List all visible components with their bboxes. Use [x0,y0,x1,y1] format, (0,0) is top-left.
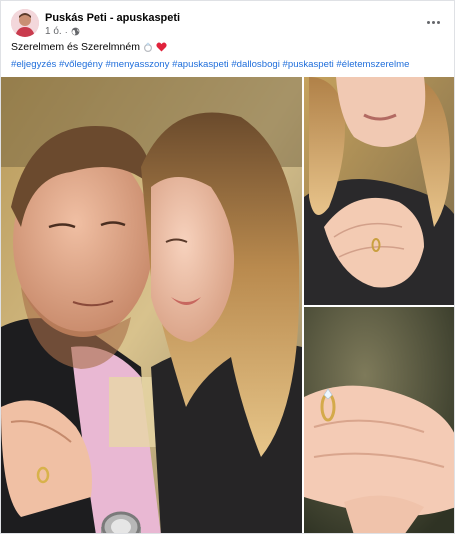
hashtag-link[interactable]: #puskaspeti [283,59,334,70]
hashtag-link[interactable]: #életemszerelme [336,59,409,70]
author-name[interactable]: Puskás Peti - apuskaspeti [45,12,180,24]
ring-closeup-photo[interactable] [304,307,454,533]
post-time[interactable]: 1 ó. [45,26,62,37]
hashtag-link[interactable]: #eljegyzés [11,59,56,70]
ring-closeup-image [304,307,454,533]
hashtag-link[interactable]: #vőlegény [59,59,103,70]
hashtag-list: #eljegyzés #vőlegény #menyasszony #apusk… [11,59,451,70]
hashtag-link[interactable]: #menyasszony [105,59,169,70]
ring-emoji [143,42,152,52]
photo-grid [1,77,454,533]
post-caption: Szerelmem és Szerelmném [11,41,167,53]
avatar[interactable] [11,9,39,37]
avatar-image [11,9,39,37]
meta-separator: · [64,26,68,37]
woman-ring-hand-image [304,77,454,305]
more-dots-icon[interactable] [422,13,444,31]
globe-icon[interactable] [71,27,80,36]
red-heart-emoji [156,42,167,52]
couple-embrace-photo[interactable] [1,77,302,533]
post-card: Puskás Peti - apuskaspeti 1 ó. · Szerelm… [0,0,455,534]
couple-embrace-image [1,77,302,533]
post-header: Puskás Peti - apuskaspeti 1 ó. · [11,9,446,39]
hashtag-link[interactable]: #dallosbogi [231,59,280,70]
caption-text: Szerelmem és Szerelmném [11,41,140,53]
hashtag-link[interactable]: #apuskaspeti [172,59,229,70]
post-meta: 1 ó. · [45,26,80,37]
woman-ring-hand-photo[interactable] [304,77,454,305]
